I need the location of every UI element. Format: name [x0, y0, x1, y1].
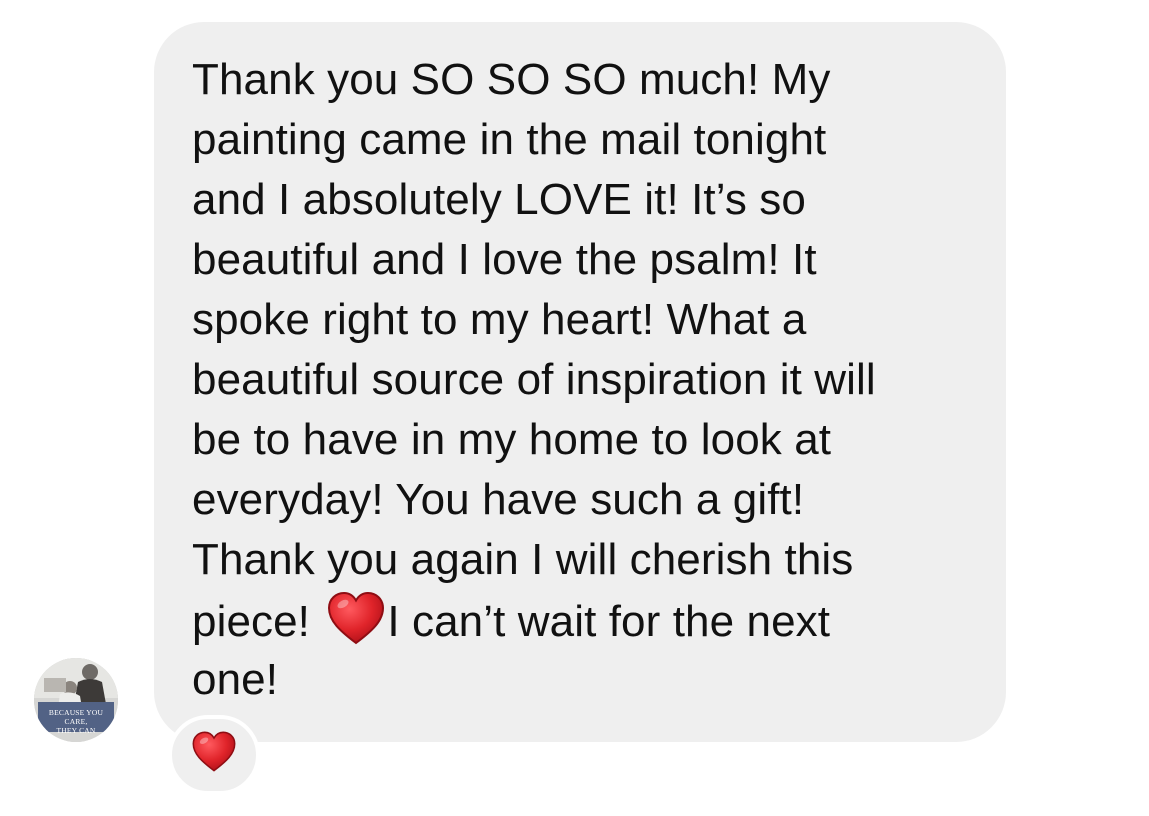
message-text: Thank you SO SO SO much! My painting cam… — [192, 50, 992, 710]
message-line: painting came in the mail tonight — [192, 115, 827, 164]
message-line: Thank you SO SO SO much! My — [192, 55, 831, 104]
message-line: beautiful and I love the psalm! It — [192, 235, 817, 284]
message-line: and I absolutely LOVE it! It’s so — [192, 175, 806, 224]
message-line-fragment: piece! — [192, 597, 323, 646]
avatar[interactable]: BECAUSE YOU CARE, THEY CAN — [34, 658, 118, 742]
message-line: be to have in my home to look at — [192, 415, 832, 464]
reaction-badge[interactable] — [168, 715, 260, 795]
red-heart-icon — [191, 730, 237, 781]
message-line-fragment: I can’t wait for the next — [387, 597, 831, 646]
message-line: everyday! You have such a gift! — [192, 475, 805, 524]
avatar-caption-line: THEY CAN — [56, 726, 96, 735]
avatar-caption: BECAUSE YOU CARE, THEY CAN — [40, 708, 112, 735]
message-line: beautiful source of inspiration it will — [192, 355, 876, 404]
message-line: piece! I can’t wait for the next — [192, 590, 992, 650]
message-line: one! — [192, 655, 279, 704]
message-line: Thank you again I will cherish this — [192, 535, 854, 584]
avatar-caption-line: BECAUSE YOU CARE, — [48, 708, 104, 726]
red-heart-icon — [326, 590, 386, 650]
message-line: spoke right to my heart! What a — [192, 295, 807, 344]
